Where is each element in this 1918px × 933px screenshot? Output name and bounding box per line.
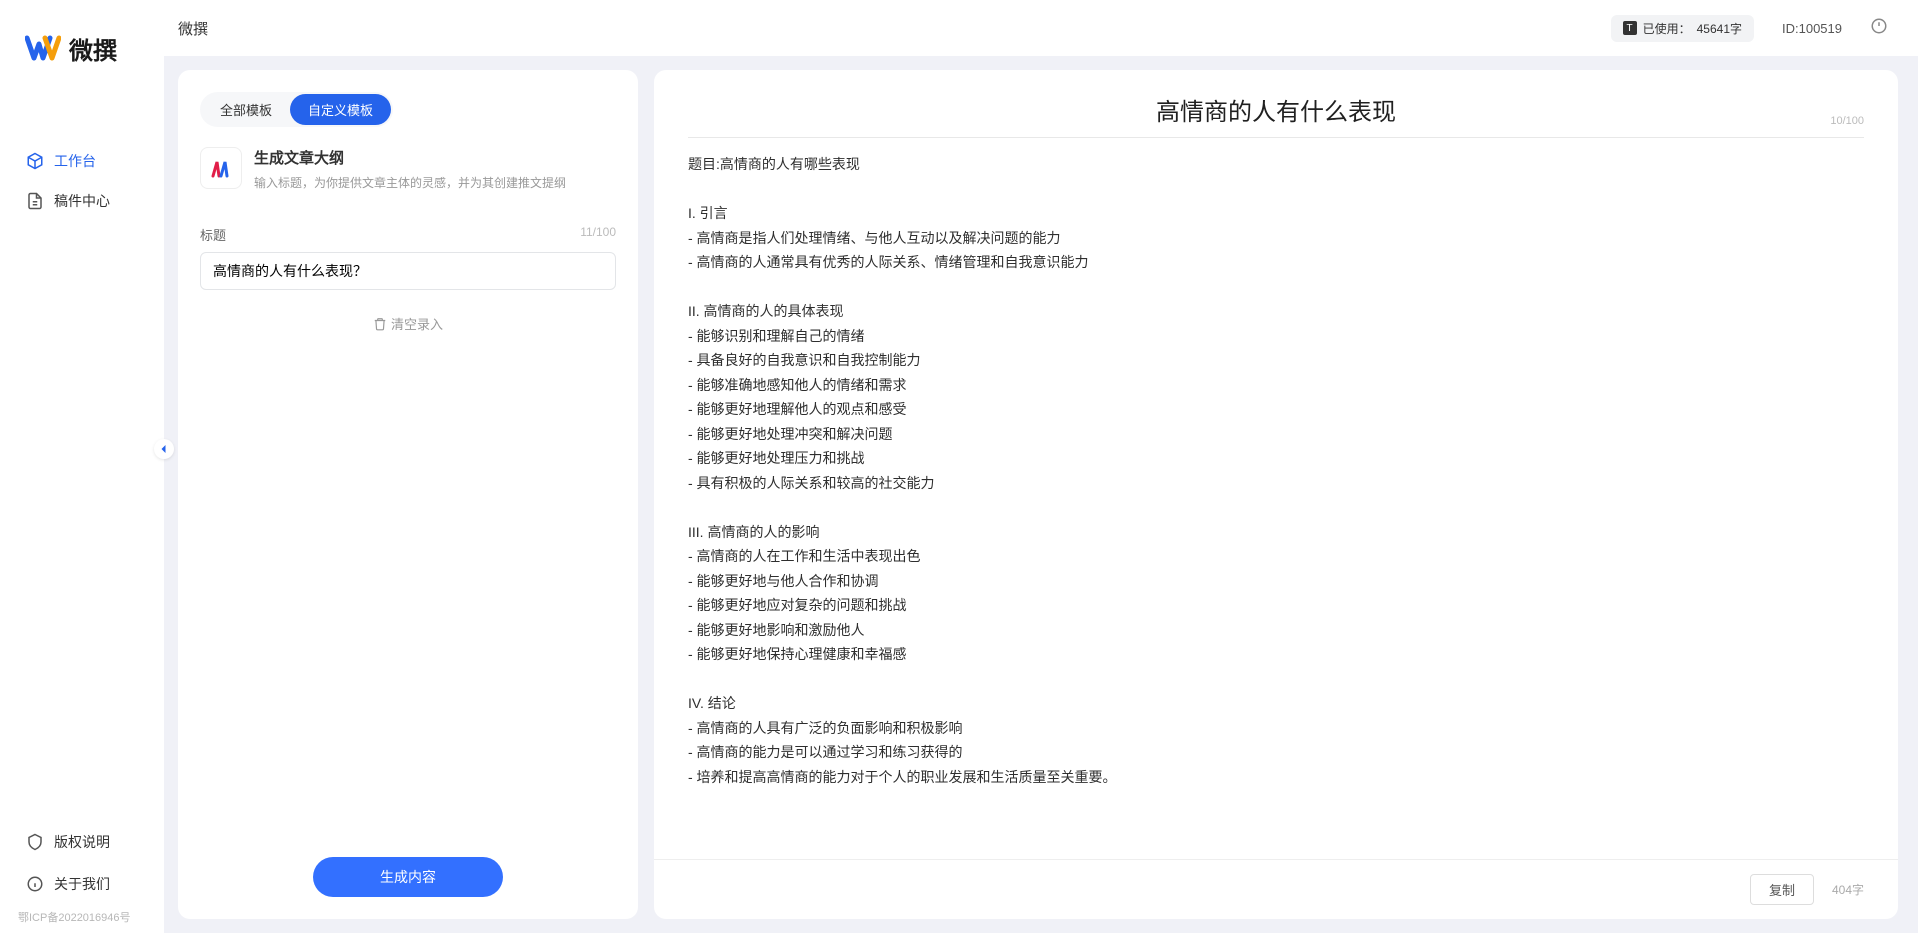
usage-value: 45641字 xyxy=(1697,20,1742,37)
document-icon xyxy=(26,192,44,210)
footer-label: 关于我们 xyxy=(54,874,110,894)
clear-input-button[interactable]: 清空录入 xyxy=(373,314,443,333)
usage-prefix: 已使用： xyxy=(1643,20,1691,37)
tab-all-templates[interactable]: 全部模板 xyxy=(202,94,290,125)
template-tabs: 全部模板 自定义模板 xyxy=(200,92,393,127)
tab-custom-templates[interactable]: 自定义模板 xyxy=(290,94,391,125)
input-counter: 11/100 xyxy=(580,225,616,244)
clear-label: 清空录入 xyxy=(391,314,443,333)
output-card: 高情商的人有什么表现 10/100 题目:高情商的人有哪些表现 I. 引言 - … xyxy=(654,70,1898,919)
footer-copyright[interactable]: 版权说明 xyxy=(0,821,164,863)
topbar: 微撰 T 已使用： 45641字 ID:100519 xyxy=(164,0,1918,56)
app-root: 微撰 工作台 xyxy=(0,0,1918,933)
usage-badge[interactable]: T 已使用： 45641字 xyxy=(1611,15,1754,42)
left-footer: 生成内容 xyxy=(178,835,638,919)
icp-text: 鄂ICP备2022016946号 xyxy=(0,905,164,925)
footer-label: 版权说明 xyxy=(54,832,110,852)
output-title: 高情商的人有什么表现 xyxy=(688,92,1864,127)
generate-button[interactable]: 生成内容 xyxy=(313,857,503,897)
shield-icon xyxy=(26,833,44,851)
output-title-counter: 10/100 xyxy=(1830,115,1864,127)
title-input[interactable] xyxy=(200,252,616,290)
sidebar-collapse-button[interactable] xyxy=(154,439,174,459)
template-desc: 输入标题，为你提供文章主体的灵感，并为其创建推文提纲 xyxy=(254,174,566,191)
logo-text: 微撰 xyxy=(69,31,117,66)
output-footer: 复制 404字 xyxy=(654,859,1898,919)
input-card: 全部模板 自定义模板 生成文章大纲 输入标题，为你提供文章主体的灵感，并为其创建… xyxy=(178,70,638,919)
topbar-title: 微撰 xyxy=(178,18,208,39)
sidebar-footer: 版权说明 关于我们 鄂ICP备2022016946号 xyxy=(0,821,164,933)
word-count: 404字 xyxy=(1832,881,1864,898)
footer-about[interactable]: 关于我们 xyxy=(0,863,164,905)
nav-section: 工作台 稿件中心 xyxy=(0,141,164,821)
output-body[interactable]: 题目:高情商的人有哪些表现 I. 引言 - 高情商是指人们处理情绪、与他人互动以… xyxy=(654,138,1898,859)
template-header: 生成文章大纲 输入标题，为你提供文章主体的灵感，并为其创建推文提纲 xyxy=(178,141,638,207)
nav-drafts[interactable]: 稿件中心 xyxy=(0,181,164,221)
input-label: 标题 xyxy=(200,225,226,244)
text-count-icon: T xyxy=(1623,21,1637,35)
template-title: 生成文章大纲 xyxy=(254,147,566,168)
template-meta: 生成文章大纲 输入标题，为你提供文章主体的灵感，并为其创建推文提纲 xyxy=(254,147,566,191)
template-icon xyxy=(200,147,242,189)
user-id: ID:100519 xyxy=(1782,21,1842,36)
logo: 微撰 xyxy=(0,30,164,66)
sidebar: 微撰 工作台 xyxy=(0,0,164,933)
logo-icon xyxy=(25,30,61,66)
topbar-right: T 已使用： 45641字 ID:100519 xyxy=(1611,15,1888,42)
main: 微撰 T 已使用： 45641字 ID:100519 全部模板 自定义 xyxy=(164,0,1918,933)
copy-button[interactable]: 复制 xyxy=(1750,874,1814,905)
output-header: 高情商的人有什么表现 10/100 xyxy=(654,70,1898,137)
power-icon[interactable] xyxy=(1870,17,1888,40)
nav-label: 工作台 xyxy=(54,151,96,171)
nav-label: 稿件中心 xyxy=(54,191,110,211)
nav-workbench[interactable]: 工作台 xyxy=(0,141,164,181)
title-input-section: 标题 11/100 xyxy=(200,225,616,290)
content-area: 全部模板 自定义模板 生成文章大纲 输入标题，为你提供文章主体的灵感，并为其创建… xyxy=(164,56,1918,933)
info-icon xyxy=(26,875,44,893)
cube-icon xyxy=(26,152,44,170)
